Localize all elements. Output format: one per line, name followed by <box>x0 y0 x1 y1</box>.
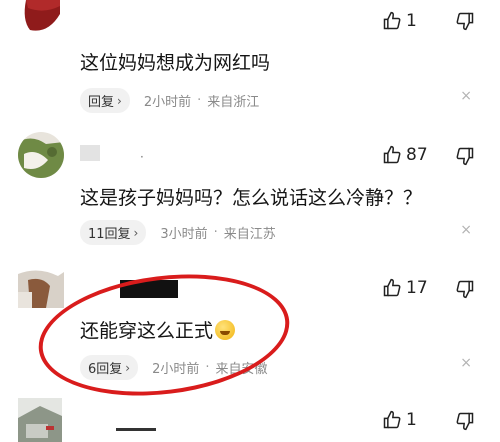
like-count: 1 <box>406 11 417 31</box>
like-count: 87 <box>406 145 428 165</box>
comment-text: 这是孩子妈妈吗？怎么说话这么冷静？？ <box>80 187 423 209</box>
reply-label: 回复 <box>88 95 115 110</box>
avatar[interactable] <box>18 398 62 442</box>
comment-time: 2小时前 <box>143 95 192 110</box>
reply-button[interactable]: 回复 › <box>80 88 130 113</box>
comment-meta: 回复 › 2小时前 · 来自浙江 <box>80 88 259 113</box>
comment-text: 这位妈妈想成为网红吗 <box>80 52 271 74</box>
comment-meta: 11回复 › 3小时前 · 来自江苏 <box>80 220 276 245</box>
reply-button[interactable]: 11回复 › <box>80 220 147 245</box>
thumbs-up-icon <box>382 11 402 31</box>
red-annotation-circle <box>31 261 297 409</box>
separator-dot: · <box>197 93 202 108</box>
like-button[interactable]: 87 <box>382 145 428 165</box>
comment-location: 来自浙江 <box>207 95 260 110</box>
like-button[interactable]: 1 <box>382 410 417 430</box>
close-icon[interactable]: × <box>460 355 472 371</box>
thumbs-down-icon[interactable] <box>455 411 475 431</box>
chevron-right-icon: › <box>133 225 139 240</box>
like-button[interactable]: 17 <box>382 278 428 298</box>
username-redacted <box>80 145 100 161</box>
separator-dot: · <box>213 225 218 240</box>
thumbs-up-icon <box>382 410 402 430</box>
decorative-mark: · <box>140 150 144 164</box>
thumbs-up-icon <box>382 278 402 298</box>
comment-location: 来自江苏 <box>223 227 276 242</box>
thumbs-down-icon[interactable] <box>455 11 475 31</box>
like-count: 17 <box>406 278 428 298</box>
avatar[interactable] <box>18 132 64 178</box>
like-count: 1 <box>406 410 417 430</box>
thumbs-up-icon <box>382 145 402 165</box>
close-icon[interactable]: × <box>460 222 472 238</box>
close-icon[interactable]: × <box>460 88 472 104</box>
chevron-right-icon: › <box>117 93 122 108</box>
like-button[interactable]: 1 <box>382 11 417 31</box>
reply-label: 11回复 <box>88 227 131 242</box>
username-redacted <box>116 428 156 431</box>
thumbs-down-icon[interactable] <box>455 146 475 166</box>
thumbs-down-icon[interactable] <box>455 279 475 299</box>
avatar[interactable] <box>18 0 68 36</box>
avatar[interactable] <box>18 266 64 308</box>
comment-time: 3小时前 <box>160 227 208 242</box>
